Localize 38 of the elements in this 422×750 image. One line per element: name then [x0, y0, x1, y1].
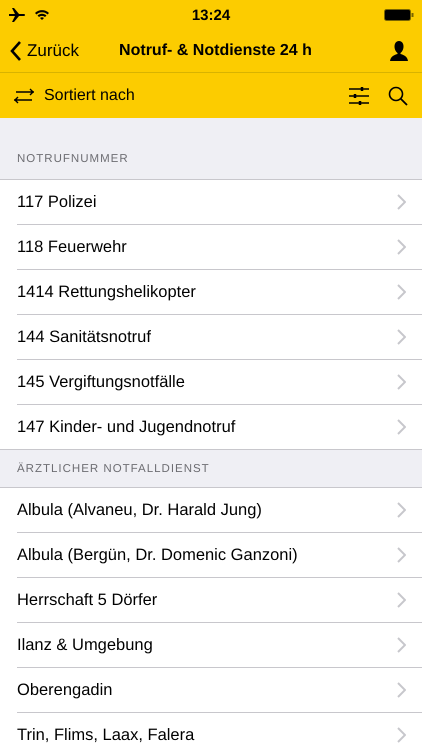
section-header: ÄRZTLICHER NOTFALLDIENST	[17, 463, 210, 475]
list-row[interactable]: 117 Polizei	[17, 180, 422, 225]
battery-icon	[384, 9, 414, 21]
list-row[interactable]: 118 Feuerwehr	[17, 225, 422, 270]
list-row[interactable]: 147 Kinder- und Jugendnotruf	[17, 405, 422, 449]
nav-title: Notruf- & Notdienste 24 h	[118, 42, 313, 60]
list-row[interactable]: 145 Vergiftungsnotfälle	[17, 360, 422, 405]
filter-sliders-icon[interactable]	[348, 86, 370, 106]
chevron-right-icon	[397, 637, 406, 653]
search-icon[interactable]	[388, 86, 408, 106]
swap-arrows-icon	[12, 88, 36, 104]
list-row[interactable]: 1414 Rettungshelikopter	[17, 270, 422, 315]
list-row[interactable]: 144 Sanitätsnotruf	[17, 315, 422, 360]
list-row[interactable]: Ilanz & Umgebung	[17, 623, 422, 668]
person-icon[interactable]	[390, 41, 408, 61]
back-button[interactable]: Zurück	[10, 41, 79, 61]
chevron-right-icon	[397, 502, 406, 518]
list-row[interactable]: Oberengadin	[17, 668, 422, 713]
chevron-right-icon	[397, 727, 406, 743]
list-row[interactable]: Albula (Bergün, Dr. Domenic Ganzoni)	[17, 533, 422, 578]
chevron-right-icon	[397, 284, 406, 300]
chevron-right-icon	[397, 374, 406, 390]
chevron-right-icon	[397, 547, 406, 563]
chevron-left-icon	[10, 41, 22, 61]
chevron-right-icon	[397, 419, 406, 435]
sort-button[interactable]: Sortiert nach	[12, 86, 330, 104]
chevron-right-icon	[397, 329, 406, 345]
chevron-right-icon	[397, 592, 406, 608]
chevron-right-icon	[397, 194, 406, 210]
list-row[interactable]: Herrschaft 5 Dörfer	[17, 578, 422, 623]
wifi-icon	[34, 9, 50, 21]
section-header: NOTRUFNUMMER	[17, 153, 129, 165]
status-time: 13:24	[192, 6, 230, 24]
list-row[interactable]: Trin, Flims, Laax, Falera	[17, 713, 422, 750]
list-row[interactable]: Albula (Alvaneu, Dr. Harald Jung)	[17, 488, 422, 533]
chevron-right-icon	[397, 239, 406, 255]
airplane-icon	[8, 8, 26, 22]
chevron-right-icon	[397, 682, 406, 698]
